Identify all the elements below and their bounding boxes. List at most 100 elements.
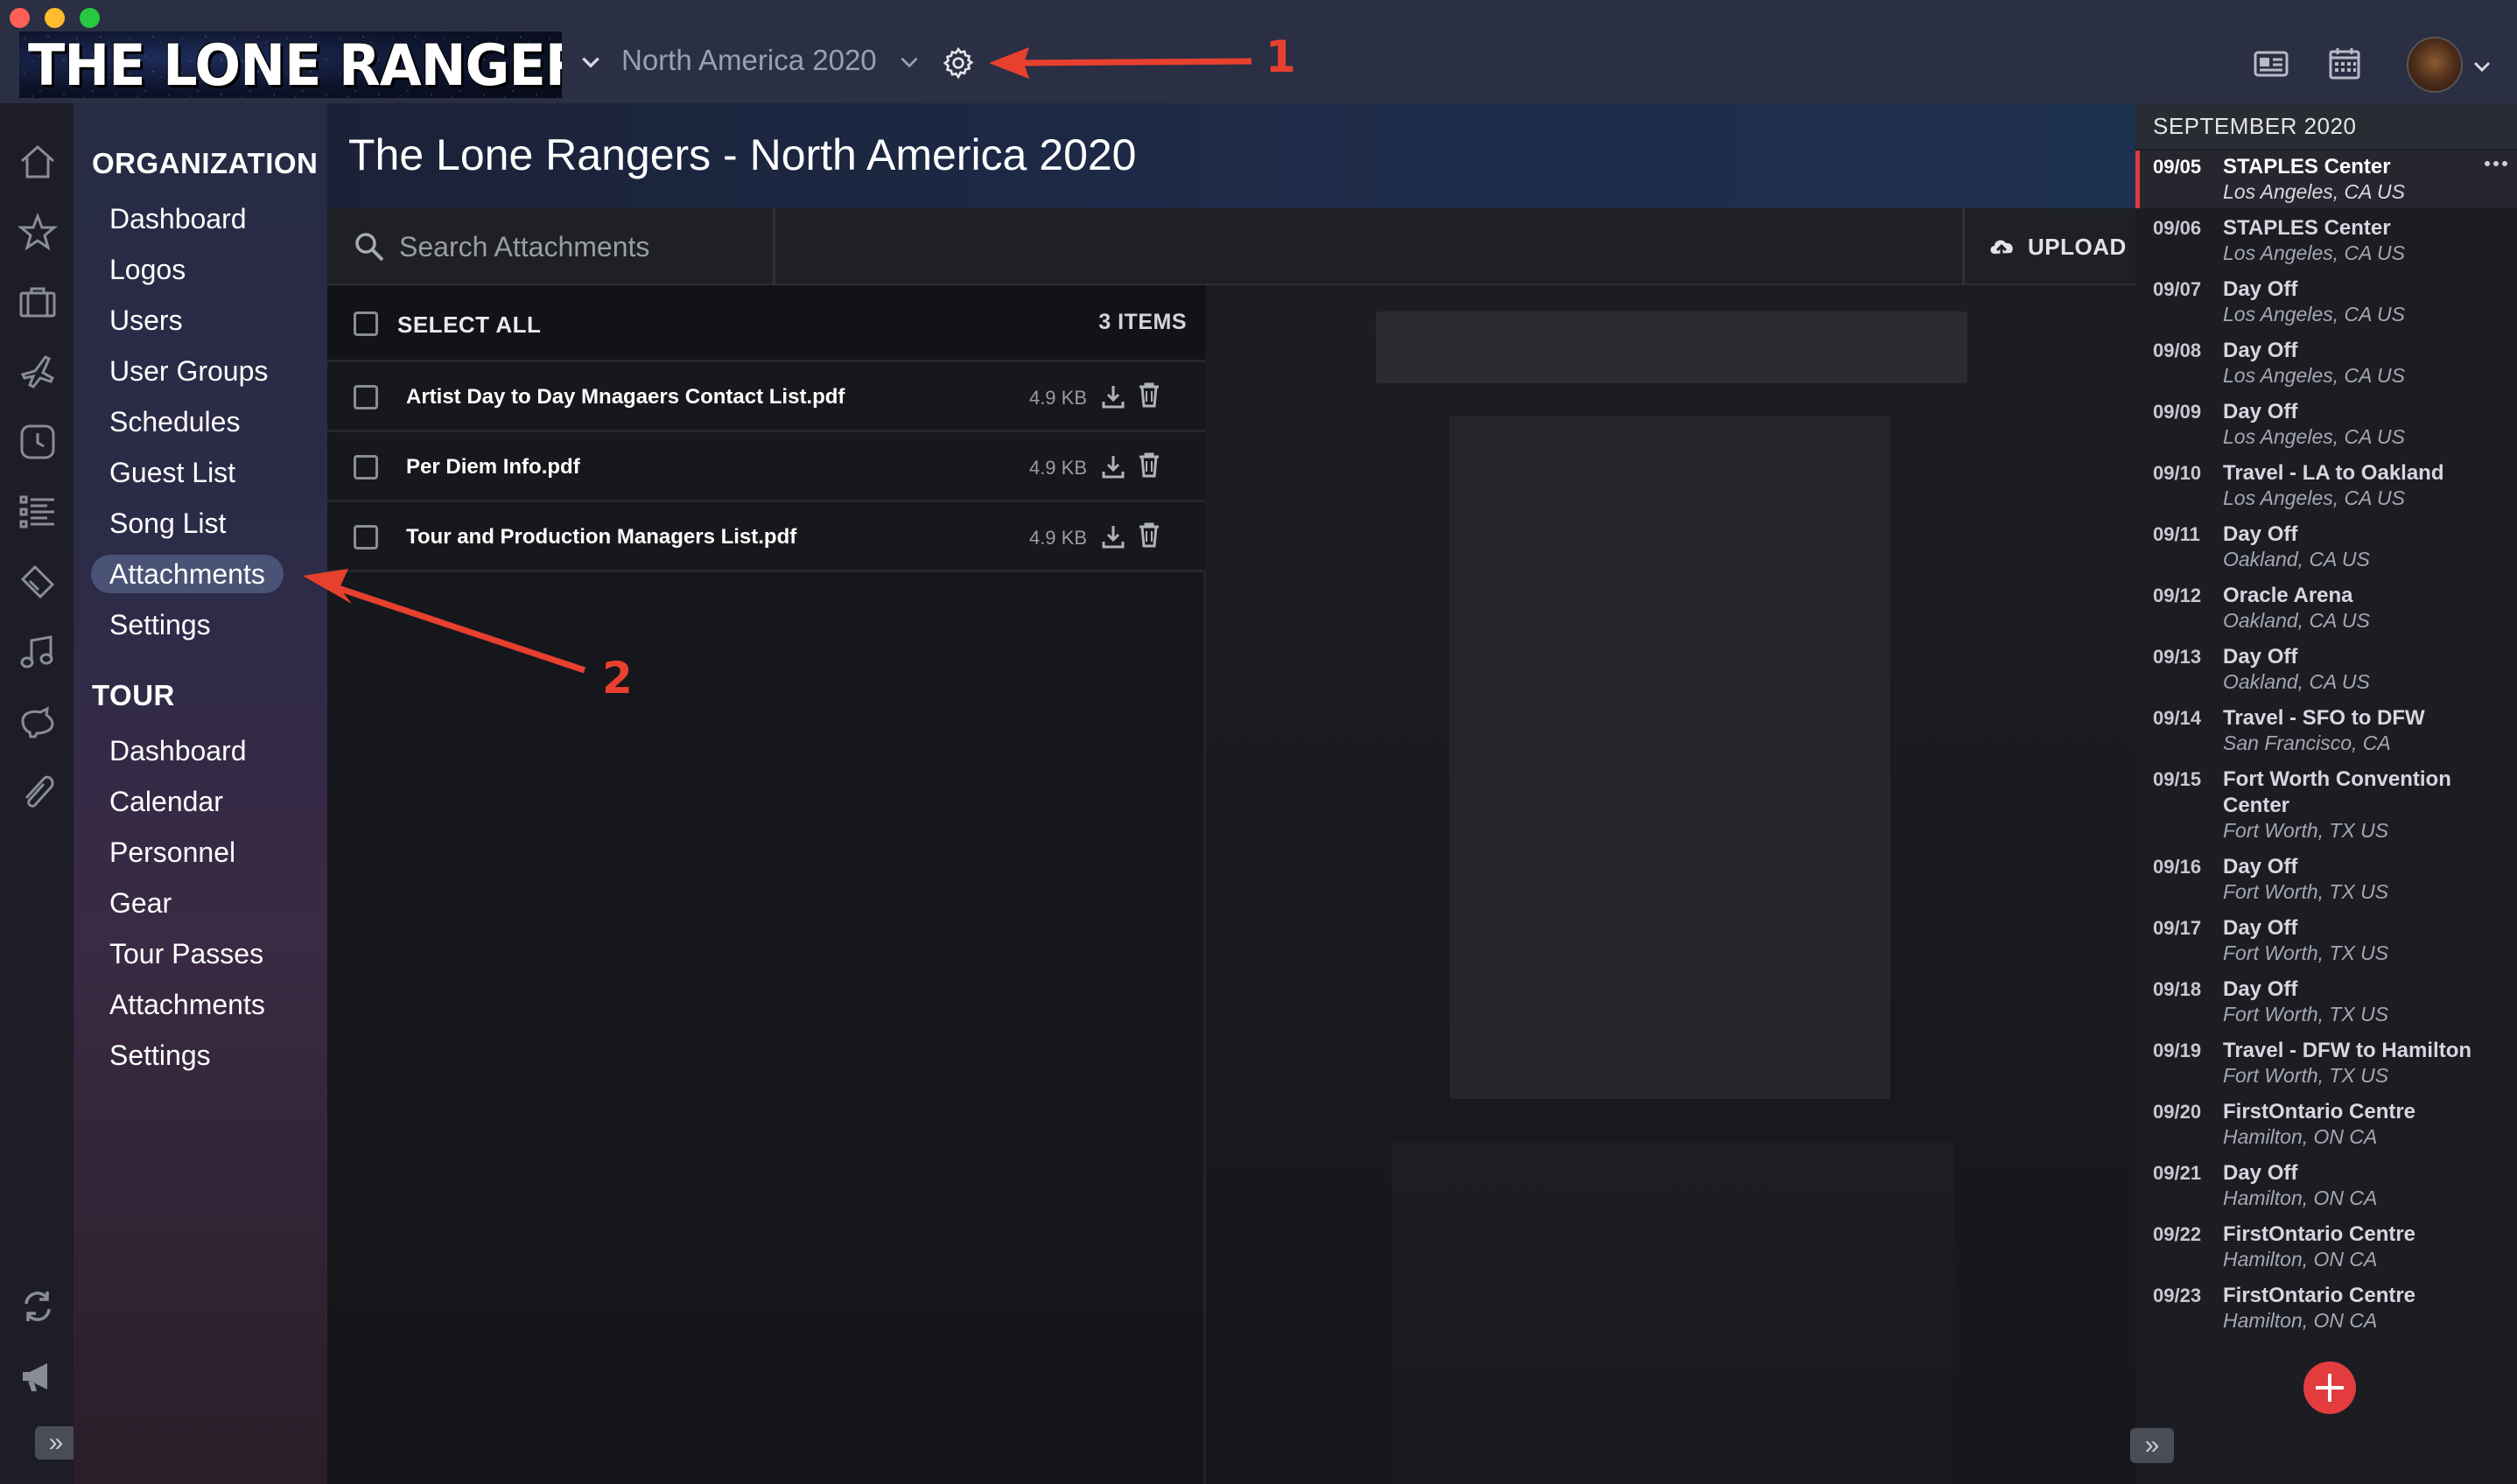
schedule-day[interactable]: 09/07 Day Off Los Angeles, CA US bbox=[2135, 273, 2517, 334]
nav-org-user-groups[interactable]: User Groups bbox=[91, 352, 286, 390]
schedule-day[interactable]: 09/08 Day Off Los Angeles, CA US bbox=[2135, 334, 2517, 396]
schedule-day[interactable]: 09/15 Fort Worth Convention Center Fort … bbox=[2135, 763, 2517, 850]
day-title: Day Off bbox=[2223, 916, 2298, 940]
schedule-day[interactable]: 09/17 Day Off Fort Worth, TX US bbox=[2135, 912, 2517, 973]
nav-tour-dashboard[interactable]: Dashboard bbox=[91, 732, 265, 770]
briefcase-icon[interactable] bbox=[18, 282, 58, 322]
schedule-day[interactable]: 09/13 Day Off Oakland, CA US bbox=[2135, 640, 2517, 702]
schedule-day[interactable]: 09/18 Day Off Fort Worth, TX US bbox=[2135, 973, 2517, 1034]
account-chevron-down-icon[interactable] bbox=[2471, 56, 2492, 77]
schedule-day[interactable]: 09/06 STAPLES Center Los Angeles, CA US bbox=[2135, 212, 2517, 273]
schedule-day[interactable]: 09/05 STAPLES Center Los Angeles, CA US bbox=[2135, 150, 2517, 208]
close-window-button[interactable] bbox=[10, 8, 30, 28]
schedule-day[interactable]: 09/12 Oracle Arena Oakland, CA US bbox=[2135, 579, 2517, 640]
nav-org-settings[interactable]: Settings bbox=[91, 606, 229, 644]
nav-org-logos[interactable]: Logos bbox=[91, 250, 204, 289]
upload-button[interactable]: UPLOAD bbox=[1962, 208, 2135, 285]
schedule-day[interactable]: 09/22 FirstOntario Centre Hamilton, ON C… bbox=[2135, 1218, 2517, 1279]
nav-org-attachments[interactable]: Attachments bbox=[91, 555, 284, 593]
ticket-tag-icon[interactable] bbox=[18, 562, 58, 602]
more-options-icon[interactable] bbox=[2484, 159, 2508, 168]
sync-icon[interactable] bbox=[18, 1286, 58, 1326]
schedule-day[interactable]: 09/14 Travel - SFO to DFW San Francisco,… bbox=[2135, 702, 2517, 763]
day-location: San Francisco, CA bbox=[2223, 732, 2391, 754]
schedule-day[interactable]: 09/16 Day Off Fort Worth, TX US bbox=[2135, 850, 2517, 912]
window-controls bbox=[10, 8, 100, 28]
row-checkbox[interactable] bbox=[354, 385, 378, 410]
schedule-day[interactable]: 09/11 Day Off Oakland, CA US bbox=[2135, 518, 2517, 579]
schedule-day[interactable]: 09/19 Travel - DFW to Hamilton Fort Wort… bbox=[2135, 1034, 2517, 1096]
schedule-day[interactable]: 09/23 FirstOntario Centre Hamilton, ON C… bbox=[2135, 1279, 2517, 1340]
day-title: Oracle Arena bbox=[2223, 584, 2353, 607]
search-input[interactable] bbox=[399, 226, 767, 268]
calendar-icon[interactable] bbox=[2326, 47, 2363, 80]
day-date: 09/05 bbox=[2153, 156, 2202, 178]
clock-icon[interactable] bbox=[18, 422, 58, 462]
nav-org-guest-list[interactable]: Guest List bbox=[91, 453, 254, 492]
list-icon[interactable] bbox=[18, 492, 58, 532]
download-icon[interactable] bbox=[1101, 383, 1125, 410]
attachment-row[interactable]: Artist Day to Day Mnagaers Contact List.… bbox=[327, 362, 1206, 432]
megaphone-icon[interactable] bbox=[18, 1356, 58, 1396]
band-logo[interactable]: THE LONE RANGERS bbox=[19, 32, 562, 98]
trash-icon[interactable] bbox=[1138, 522, 1160, 548]
nav-tour-attachments[interactable]: Attachments bbox=[91, 985, 284, 1024]
day-date: 09/11 bbox=[2153, 523, 2200, 545]
gear-icon[interactable] bbox=[941, 46, 976, 80]
schedule-day[interactable]: 09/21 Day Off Hamilton, ON CA bbox=[2135, 1157, 2517, 1218]
file-name[interactable]: Per Diem Info.pdf bbox=[406, 455, 580, 480]
home-icon[interactable] bbox=[18, 142, 58, 182]
download-icon[interactable] bbox=[1101, 523, 1125, 550]
file-name[interactable]: Tour and Production Managers List.pdf bbox=[406, 525, 796, 550]
list-header: SELECT ALL 3 ITEMS bbox=[327, 285, 1206, 362]
select-all-label[interactable]: SELECT ALL bbox=[397, 312, 541, 339]
day-location: Los Angeles, CA US bbox=[2223, 486, 2405, 509]
attachment-row[interactable]: Tour and Production Managers List.pdf 4.… bbox=[327, 502, 1206, 572]
maximize-window-button[interactable] bbox=[80, 8, 100, 28]
nav-org-schedules[interactable]: Schedules bbox=[91, 402, 258, 441]
nav-org-dashboard[interactable]: Dashboard bbox=[91, 200, 265, 238]
icon-rail bbox=[0, 103, 74, 1484]
day-date: 09/13 bbox=[2153, 646, 2202, 668]
select-all-checkbox[interactable] bbox=[354, 312, 378, 336]
paperclip-icon[interactable] bbox=[18, 772, 58, 812]
user-avatar[interactable] bbox=[2407, 37, 2463, 93]
nav-org-song-list[interactable]: Song List bbox=[91, 504, 244, 542]
nav-tour-personnel[interactable]: Personnel bbox=[91, 833, 254, 872]
schedule-day[interactable]: 09/10 Travel - LA to Oakland Los Angeles… bbox=[2135, 457, 2517, 518]
search-box bbox=[327, 208, 775, 285]
chevron-down-icon[interactable] bbox=[579, 51, 602, 74]
schedule-day[interactable]: 09/20 FirstOntario Centre Hamilton, ON C… bbox=[2135, 1096, 2517, 1157]
cloud-upload-icon bbox=[1990, 240, 2013, 257]
trash-icon[interactable] bbox=[1138, 382, 1160, 408]
nav-tour-settings[interactable]: Settings bbox=[91, 1036, 229, 1074]
tour-select-chevron-icon[interactable] bbox=[898, 51, 921, 74]
contact-card-icon[interactable] bbox=[2253, 47, 2289, 80]
day-title: Day Off bbox=[2223, 522, 2298, 546]
music-note-icon[interactable] bbox=[18, 632, 58, 672]
trash-icon[interactable] bbox=[1138, 452, 1160, 478]
schedule-day[interactable]: 09/09 Day Off Los Angeles, CA US bbox=[2135, 396, 2517, 457]
attachment-row[interactable]: Per Diem Info.pdf 4.9 KB bbox=[327, 432, 1206, 502]
piggy-bank-icon[interactable] bbox=[18, 702, 58, 742]
airplane-icon[interactable] bbox=[18, 352, 58, 392]
row-checkbox[interactable] bbox=[354, 525, 378, 550]
day-title: STAPLES Center bbox=[2223, 216, 2391, 240]
file-name[interactable]: Artist Day to Day Mnagaers Contact List.… bbox=[406, 385, 845, 410]
expand-rail-button[interactable]: » bbox=[35, 1426, 77, 1460]
expand-schedule-button[interactable]: » bbox=[2130, 1428, 2174, 1463]
nav-tour-tour-passes[interactable]: Tour Passes bbox=[91, 934, 282, 973]
star-icon[interactable] bbox=[18, 212, 58, 252]
add-event-button[interactable] bbox=[2303, 1362, 2356, 1414]
nav-tour-gear[interactable]: Gear bbox=[91, 884, 190, 922]
day-location: Hamilton, ON CA bbox=[2223, 1125, 2378, 1148]
download-icon[interactable] bbox=[1101, 453, 1125, 480]
minimize-window-button[interactable] bbox=[45, 8, 65, 28]
attachments-toolbar: UPLOAD bbox=[327, 208, 2135, 285]
nav-tour-calendar[interactable]: Calendar bbox=[91, 782, 242, 821]
row-checkbox[interactable] bbox=[354, 455, 378, 480]
preview-placeholder-page bbox=[1449, 416, 1890, 1099]
nav-org-users[interactable]: Users bbox=[91, 301, 201, 340]
tour-select[interactable]: North America 2020 bbox=[621, 44, 877, 77]
band-logo-text: THE LONE RANGERS bbox=[28, 32, 562, 98]
